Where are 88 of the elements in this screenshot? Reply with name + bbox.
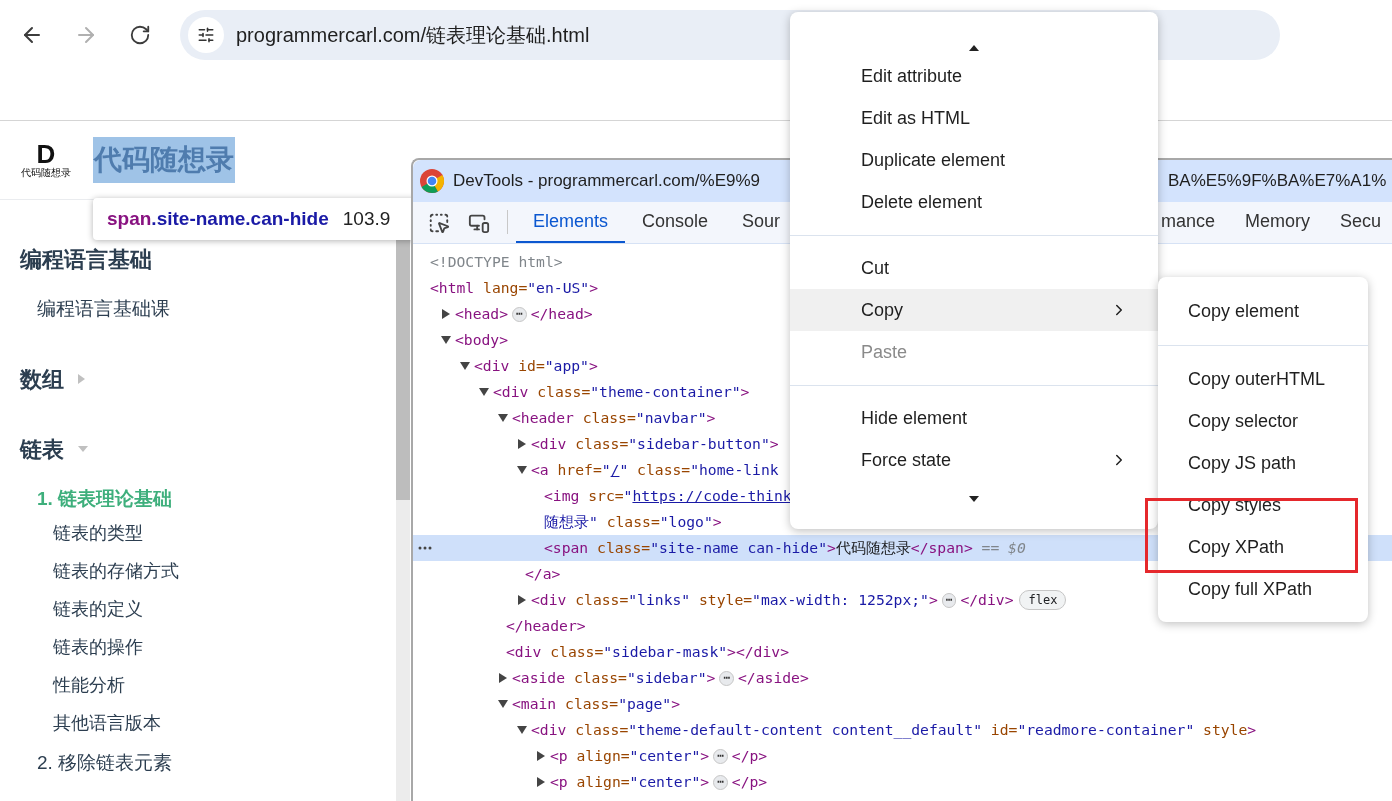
sidebar-link[interactable]: 2. 移除链表元素 xyxy=(20,748,396,778)
expanded-triangle-icon[interactable] xyxy=(460,361,470,371)
devtools-tab[interactable]: Console xyxy=(625,202,726,243)
browser-logo-icon xyxy=(419,168,445,194)
code-text: </header> xyxy=(506,615,586,636)
code-text: </p> xyxy=(731,771,768,792)
expand-ellipsis[interactable]: ⋯ xyxy=(941,592,957,608)
sidebar-sublink[interactable]: 链表的存储方式 xyxy=(20,552,396,590)
menu-item[interactable]: Copy JS path xyxy=(1158,442,1368,484)
expanded-triangle-icon[interactable] xyxy=(498,413,508,423)
collapsed-triangle-icon[interactable] xyxy=(536,777,546,787)
code-text: <div class="theme-default-content content__default" id="readmore-container" style> xyxy=(531,719,1257,741)
menu-item[interactable]: Copy selector xyxy=(1158,400,1368,442)
code-text: <div class="links" style="max-width: 1252px;"> xyxy=(531,589,938,610)
menu-item[interactable]: Copy outerHTML xyxy=(1158,358,1368,400)
window-title: DevTools - programmercarl.com/%E9%9 xyxy=(453,170,761,193)
expand-ellipsis[interactable]: ⋯ xyxy=(512,306,527,322)
collapsed-triangle-icon[interactable] xyxy=(517,439,527,449)
expanded-triangle-icon[interactable] xyxy=(498,699,508,709)
expanded-triangle-icon[interactable] xyxy=(517,465,527,475)
code-text: <p align="center"> xyxy=(550,745,710,766)
url-text: programmercarl.com/链表理论基础.html xyxy=(236,23,590,48)
collapsed-triangle-icon[interactable] xyxy=(536,751,546,761)
code-text: <header class="navbar"> xyxy=(512,407,716,428)
expand-ellipsis[interactable]: ⋯ xyxy=(719,670,735,686)
code-text: <html lang="en-US"> xyxy=(430,277,599,298)
tooltip-size: 103.9 xyxy=(342,206,391,231)
collapsed-triangle-icon[interactable] xyxy=(517,595,527,605)
logo-caption: 代码随想录 xyxy=(21,167,71,179)
menu-item[interactable]: Copy xyxy=(790,289,1158,331)
code-text: <aside class="sidebar"> xyxy=(512,667,716,688)
sliders-icon xyxy=(197,26,215,44)
code-text: </div> xyxy=(960,589,1014,610)
code-text: <div class="sidebar-mask"></div> xyxy=(506,641,789,662)
sidebar-sublink[interactable]: 链表的类型 xyxy=(20,514,396,552)
code-text: <div class="sidebar-button"> xyxy=(531,433,779,454)
sidebar-sublink[interactable]: 性能分析 xyxy=(20,666,396,704)
code-text: <a href="/" class="home-link xyxy=(531,459,779,480)
code-text: <!DOCTYPE html> xyxy=(430,251,563,272)
menu-item[interactable]: Copy element xyxy=(1158,290,1368,332)
site-settings-button[interactable] xyxy=(188,17,224,53)
more-icon[interactable] xyxy=(418,546,432,550)
code-text: <div id="app"> xyxy=(474,355,598,376)
sidebar-heading[interactable]: 数组 xyxy=(20,362,64,396)
menu-item[interactable]: Hide element xyxy=(790,397,1158,439)
code-text: </a> xyxy=(525,563,561,584)
code-text: <main class="page"> xyxy=(512,693,681,714)
expand-ellipsis[interactable]: ⋯ xyxy=(713,774,728,790)
sidebar-link[interactable]: 编程语言基础课 xyxy=(20,294,396,324)
menu-item[interactable]: Force state xyxy=(790,439,1158,481)
code-text: <p align="center"> xyxy=(550,771,710,792)
devtools-tab[interactable]: mance xyxy=(1160,202,1215,243)
menu-item[interactable]: Edit as HTML xyxy=(790,97,1158,139)
expand-ellipsis[interactable]: ⋯ xyxy=(713,748,728,764)
code-text: </aside> xyxy=(738,667,809,688)
sidebar-heading[interactable]: 链表 xyxy=(20,432,64,466)
scroll-down-icon xyxy=(969,495,979,502)
collapsed-triangle-icon[interactable] xyxy=(498,673,508,683)
expanded-triangle-icon[interactable] xyxy=(441,335,451,345)
devices-icon xyxy=(468,212,490,234)
expanded-triangle-icon[interactable] xyxy=(479,387,489,397)
devtools-tab[interactable]: Memory xyxy=(1244,202,1310,243)
sidebar-sublink[interactable]: 其他语言版本 xyxy=(20,704,396,742)
code-text: 随想录" class="logo"> xyxy=(544,511,722,532)
code-text: <body> xyxy=(455,329,509,350)
window-title: BA%E5%9F%BA%E7%A1% xyxy=(1167,170,1387,193)
sidebar-sublink[interactable]: 链表的操作 xyxy=(20,628,396,666)
tooltip-selector: span.site-name.can-hide xyxy=(107,206,329,231)
menu-item[interactable]: Cut xyxy=(790,247,1158,289)
code-text: <span class="site-name can-hide">代码随想录</span> == $0 xyxy=(544,537,1026,558)
menu-item[interactable]: Copy full XPath xyxy=(1158,568,1368,610)
collapsed-triangle-icon[interactable] xyxy=(441,309,451,319)
devtools-tab[interactable]: Elements xyxy=(516,202,626,243)
code-text: <img src="https://code-think xyxy=(544,485,792,506)
sidebar-heading[interactable]: 编程语言基础 xyxy=(20,242,152,276)
code-text: <head> xyxy=(455,303,509,324)
inspect-icon xyxy=(428,212,450,234)
scroll-up-icon xyxy=(969,45,979,51)
code-text: <div class="theme-container"> xyxy=(493,381,750,402)
reload-icon xyxy=(129,24,151,46)
code-text: </head> xyxy=(530,303,593,324)
code-text: </p> xyxy=(731,745,768,766)
expanded-triangle-icon[interactable] xyxy=(517,725,527,735)
devtools-tab[interactable]: Secu xyxy=(1339,202,1381,243)
menu-item[interactable]: Duplicate element xyxy=(790,139,1158,181)
flex-badge[interactable]: flex xyxy=(1019,590,1067,610)
logo-mark[interactable]: D xyxy=(36,141,56,167)
sidebar-sublink[interactable]: 链表的定义 xyxy=(20,590,396,628)
